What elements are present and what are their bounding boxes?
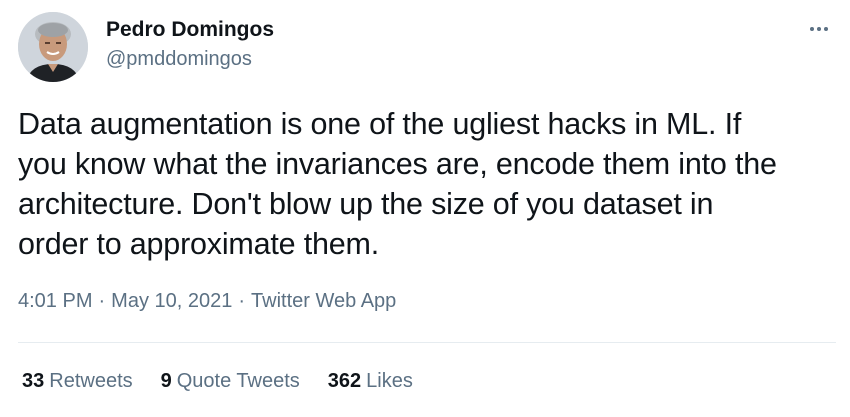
tweet-text-line: order to approximate them. (18, 227, 379, 261)
display-name[interactable]: Pedro Domingos (106, 18, 274, 42)
retweets-count: 33 (22, 370, 45, 392)
tweet-metadata: 4:01 PM · May 10, 2021 · Twitter Web App (18, 290, 396, 313)
profile-photo-icon (18, 12, 88, 82)
divider (18, 342, 836, 343)
likes-label: Likes (366, 370, 413, 392)
meta-separator: · (238, 290, 246, 312)
meta-separator: · (98, 290, 106, 312)
more-options-icon (817, 27, 821, 31)
more-options-icon (824, 27, 828, 31)
tweet-time[interactable]: 4:01 PM (18, 290, 92, 312)
quote-tweets-count: 9 (160, 370, 172, 392)
avatar[interactable] (18, 12, 88, 82)
tweet-text-line: you know what the invariances are, encod… (18, 147, 777, 181)
tweet-source[interactable]: Twitter Web App (251, 290, 396, 312)
more-options-icon (810, 27, 814, 31)
quote-tweets-stat[interactable]: 9 Quote Tweets (161, 370, 300, 393)
retweets-stat[interactable]: 33 Retweets (22, 370, 133, 393)
tweet-text: Data augmentation is one of the ugliest … (18, 104, 838, 264)
likes-stat[interactable]: 362 Likes (328, 370, 413, 393)
user-handle[interactable]: @pmddomingos (106, 48, 252, 71)
tweet-text-line: Data augmentation is one of the ugliest … (18, 107, 742, 141)
engagement-stats: 33 Retweets 9 Quote Tweets 362 Likes (22, 370, 441, 393)
likes-count: 362 (327, 370, 362, 392)
tweet-text-line: architecture. Don't blow up the size of … (18, 187, 714, 221)
quote-tweets-label: Quote Tweets (176, 370, 300, 392)
more-options-button[interactable] (804, 14, 834, 44)
retweets-label: Retweets (49, 370, 133, 392)
tweet-card: Pedro Domingos @pmddomingos Data augment… (0, 0, 850, 417)
tweet-date[interactable]: May 10, 2021 (111, 290, 232, 312)
